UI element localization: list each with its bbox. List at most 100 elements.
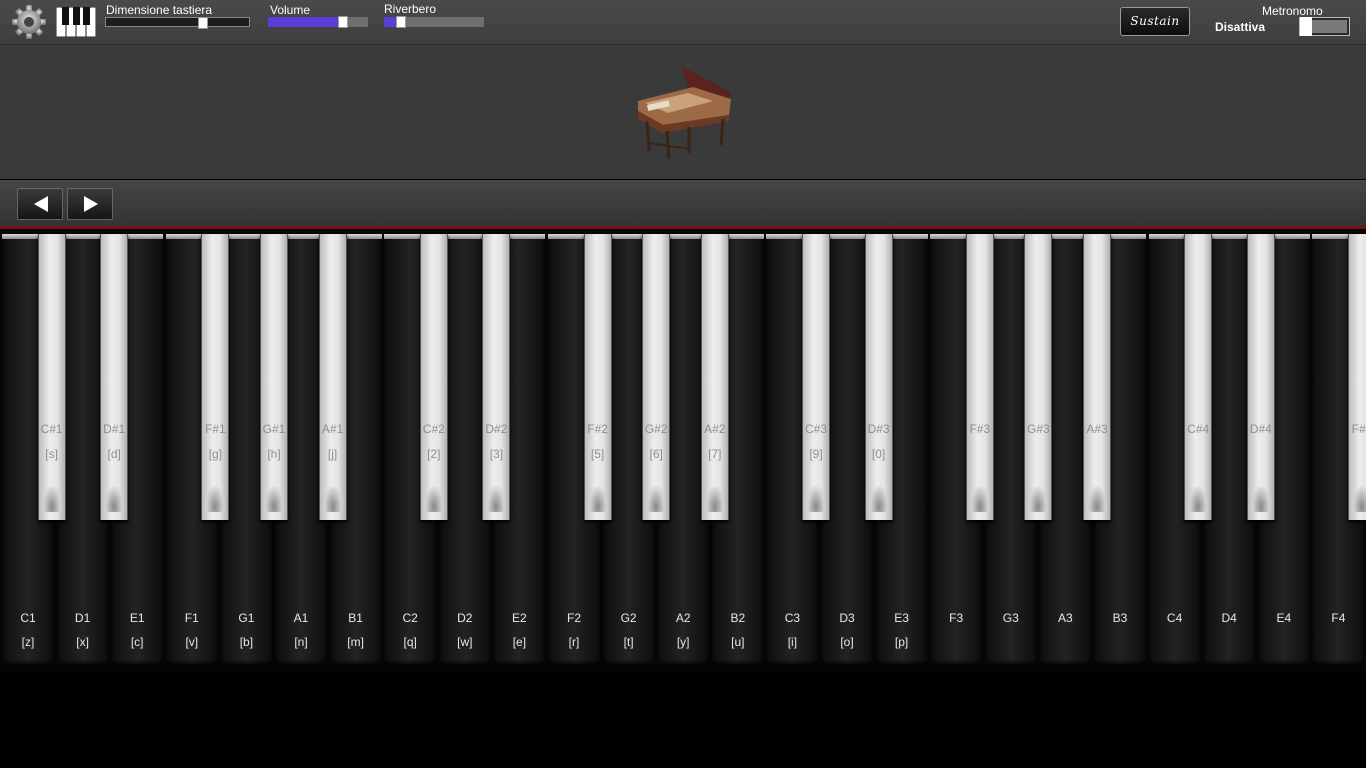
black-key-g-sharp3[interactable]: [1024, 234, 1053, 520]
black-key-shortcut-label: [6]: [649, 447, 663, 461]
scroll-right-button[interactable]: [67, 188, 113, 220]
white-key-shortcut-label: [u]: [731, 635, 745, 649]
black-key-note-label: C#4: [1187, 422, 1210, 436]
black-key-c-sharp3[interactable]: [802, 234, 830, 520]
black-key-a-sharp1[interactable]: [318, 234, 347, 520]
keyboard-icon[interactable]: [55, 6, 97, 38]
white-key-shortcut-label: [y]: [676, 635, 690, 649]
white-key-note-label: F4: [1331, 611, 1346, 625]
black-key-shortcut-label: [3]: [489, 447, 504, 461]
white-key-note-label: D3: [839, 611, 855, 625]
metronome-toggle[interactable]: [1299, 17, 1350, 36]
black-key-note-label: C#1: [40, 422, 63, 436]
white-key-note-label: D2: [457, 611, 473, 625]
white-key-note-label: A1: [293, 611, 309, 625]
black-key-note-label: C#3: [804, 422, 827, 436]
black-key-note-label: F#4: [1351, 422, 1366, 436]
arrow-right-icon: [84, 196, 98, 212]
black-key-d-sharp4[interactable]: [1246, 234, 1275, 520]
black-key-f-sharp1[interactable]: [201, 234, 230, 520]
white-key-shortcut-label: [v]: [185, 635, 199, 649]
white-key-note-label: D1: [74, 611, 91, 625]
black-key-f-sharp2[interactable]: [583, 234, 612, 520]
white-key-note-label: A3: [1058, 611, 1073, 625]
white-key-note-label: E4: [1276, 611, 1292, 625]
white-key-note-label: E3: [894, 611, 909, 625]
volume-thumb[interactable]: [338, 16, 348, 28]
keyboard-size-slider[interactable]: [105, 17, 250, 29]
black-key-f-sharp3[interactable]: [965, 234, 994, 520]
black-key-f-sharp4[interactable]: [1348, 234, 1366, 520]
black-key-note-label: C#2: [422, 422, 445, 436]
white-key-note-label: B2: [730, 611, 746, 625]
white-key-shortcut-label: [o]: [840, 635, 854, 649]
white-key-shortcut-label: [q]: [403, 635, 417, 649]
white-key-note-label: D4: [1221, 611, 1237, 625]
white-key-note-label: C4: [1166, 611, 1183, 625]
black-key-g-sharp2[interactable]: [642, 234, 671, 520]
white-key-note-label: E2: [512, 611, 527, 625]
black-key-d-sharp2[interactable]: [482, 234, 511, 520]
black-key-note-label: G#2: [644, 422, 668, 436]
keyboard-size-thumb[interactable]: [198, 17, 209, 29]
gear-icon[interactable]: [10, 3, 48, 41]
volume-slider[interactable]: [268, 16, 368, 28]
white-key-note-label: F2: [566, 611, 581, 625]
black-key-a-sharp3[interactable]: [1083, 234, 1111, 520]
black-key-c-sharp1[interactable]: [37, 234, 66, 520]
white-key-note-label: G3: [1002, 611, 1019, 625]
black-key-note-label: F#1: [205, 422, 226, 436]
piano-keyboard: C1 [z] D1 [x] E1 [c] F1 [v] G1 [b] A1 [n] B1 [m] C2 [q]…: [0, 226, 1366, 673]
black-key-note-label: G#1: [262, 422, 286, 436]
volume-label: Volume: [270, 3, 311, 17]
white-key-note-label: E1: [129, 611, 145, 625]
black-key-d-sharp3[interactable]: [864, 234, 893, 520]
black-key-g-sharp1[interactable]: [260, 234, 288, 520]
white-key-shortcut-label: [r]: [568, 635, 580, 649]
black-key-note-label: D#1: [103, 422, 126, 436]
white-key-shortcut-label: [w]: [457, 635, 473, 649]
black-key-a-sharp2[interactable]: [700, 234, 729, 520]
black-key-shortcut-label: [7]: [708, 447, 722, 461]
white-key-note-label: F3: [949, 611, 964, 625]
white-key-note-label: C3: [784, 611, 801, 625]
black-key-shortcut-label: [0]: [871, 447, 886, 461]
black-key-d-sharp1[interactable]: [100, 234, 129, 520]
white-key-note-label: A2: [675, 611, 691, 625]
white-key-shortcut-label: [z]: [21, 635, 35, 649]
white-key-note-label: B3: [1112, 611, 1128, 625]
white-key-shortcut-label: [i]: [787, 635, 798, 649]
black-key-shortcut-label: [d]: [107, 447, 121, 461]
reverb-slider[interactable]: [384, 16, 484, 28]
toggle-knob[interactable]: [1300, 17, 1312, 36]
white-key-note-label: B1: [348, 611, 363, 625]
white-key-note-label: F1: [184, 611, 199, 625]
sustain-button[interactable]: Sustain: [1120, 7, 1190, 36]
keyboard-navigation-bar: [0, 180, 1366, 227]
black-key-note-label: F#3: [969, 422, 991, 436]
black-key-note-label: A#1: [321, 422, 344, 436]
white-key-note-label: G2: [620, 611, 637, 625]
black-key-note-label: A#2: [704, 422, 726, 436]
black-key-shortcut-label: [j]: [327, 447, 338, 461]
volume-fill: [268, 17, 343, 27]
scroll-left-button[interactable]: [17, 188, 63, 220]
white-key-shortcut-label: [c]: [130, 635, 144, 649]
top-toolbar: Dimensione tastiera Volume Riverbero Sus…: [0, 0, 1366, 45]
metronome-label: Metronomo: [1262, 4, 1323, 18]
black-key-c-sharp4[interactable]: [1184, 234, 1213, 520]
black-key-shortcut-label: [s]: [45, 447, 58, 461]
black-key-note-label: A#3: [1086, 422, 1108, 436]
white-key-shortcut-label: [n]: [294, 635, 308, 649]
white-key-shortcut-label: [p]: [894, 635, 909, 649]
harpsichord-icon[interactable]: [633, 63, 733, 163]
black-key-note-label: F#2: [587, 422, 608, 436]
black-key-shortcut-label: [h]: [267, 447, 281, 461]
reverb-thumb[interactable]: [396, 16, 406, 28]
black-key-shortcut-label: [5]: [590, 447, 605, 461]
keyboard-size-label: Dimensione tastiera: [106, 3, 213, 17]
white-key-shortcut-label: [x]: [76, 635, 89, 649]
white-key-shortcut-label: [t]: [623, 635, 634, 649]
white-key-note-label: G1: [238, 611, 255, 625]
black-key-c-sharp2[interactable]: [419, 234, 448, 520]
